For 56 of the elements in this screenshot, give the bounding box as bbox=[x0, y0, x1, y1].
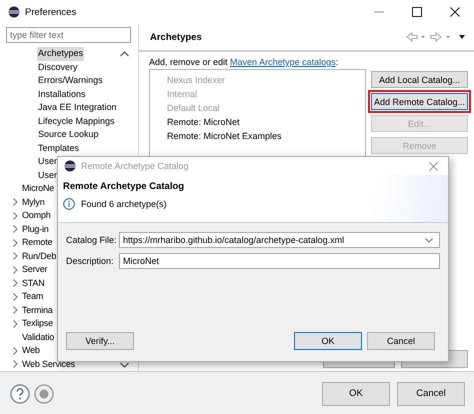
tree-item[interactable]: Discovery bbox=[37, 60, 79, 74]
record-icon[interactable] bbox=[34, 384, 54, 404]
intro-text: Add, remove or edit Maven Archetype catalogs: bbox=[149, 57, 340, 67]
field-label: Description: bbox=[66, 256, 115, 266]
filter-field[interactable]: type filter text bbox=[6, 27, 131, 43]
catalogs-link[interactable]: Maven Archetype catalogs bbox=[230, 57, 336, 67]
close-icon[interactable] bbox=[450, 7, 460, 17]
tree-item[interactable]: Web bbox=[21, 344, 41, 358]
navigation-icons-drawing[interactable] bbox=[406, 32, 468, 42]
tree-item[interactable]: Errors/Warnings bbox=[37, 74, 104, 88]
catalog-button[interactable]: Add Local Catalog... bbox=[371, 71, 468, 88]
scroll-up-icon[interactable] bbox=[120, 51, 129, 57]
tree-item[interactable]: Run/Deb bbox=[21, 250, 58, 263]
dropdown-icon bbox=[425, 238, 433, 242]
scroll-down-icon[interactable] bbox=[120, 362, 129, 368]
dialog-heading: Remote Archetype Catalog bbox=[63, 180, 186, 194]
tree-item[interactable]: Web Services bbox=[21, 358, 76, 371]
catalog-file-combo[interactable]: https://mrharibo.github.io/catalog/archetype-catalog.xml bbox=[119, 232, 440, 248]
footer-button[interactable]: OK bbox=[322, 382, 390, 406]
tree-item[interactable]: Texlipse bbox=[21, 317, 54, 330]
maximize-icon[interactable] bbox=[412, 7, 422, 17]
tree-item[interactable]: Termina bbox=[21, 304, 54, 317]
app-icon bbox=[64, 160, 76, 172]
tree-item[interactable]: Plug-in bbox=[21, 222, 50, 236]
catalog-button[interactable]: Add Remote Catalog... bbox=[371, 93, 468, 110]
dialog-button[interactable]: OK bbox=[294, 332, 362, 350]
footer-button[interactable]: Cancel bbox=[397, 382, 465, 406]
field-label: Catalog File: bbox=[66, 235, 116, 245]
tree-item[interactable]: Templates bbox=[37, 142, 80, 155]
catalog-item[interactable]: Remote: MicroNet Examples bbox=[167, 129, 365, 143]
tree-item[interactable]: Server bbox=[21, 263, 48, 276]
tree-item[interactable]: Team bbox=[21, 290, 44, 304]
page-title: Archetypes bbox=[150, 32, 202, 42]
description-field[interactable]: MicroNet bbox=[119, 253, 440, 269]
tree-item[interactable]: Mylyn bbox=[21, 196, 46, 209]
verify-button[interactable]: Verify... bbox=[66, 332, 134, 350]
tree-item[interactable]: Archetypes bbox=[37, 47, 84, 60]
tree-item[interactable]: Source Lookup bbox=[37, 128, 100, 142]
tree-item[interactable]: Installations bbox=[37, 88, 87, 101]
dialog-title: Remote Archetype Catalog bbox=[81, 161, 189, 171]
catalog-item[interactable]: Remote: MicroNet bbox=[167, 115, 365, 129]
tree-item[interactable]: User bbox=[37, 168, 58, 182]
app-icon bbox=[8, 6, 20, 18]
status-message: Found 6 archetype(s) bbox=[81, 199, 167, 209]
tree-item[interactable]: Java EE Integration bbox=[37, 101, 118, 114]
tree-item[interactable]: STAN bbox=[21, 276, 46, 290]
help-icon[interactable] bbox=[10, 384, 30, 404]
tree-item[interactable]: Oomph bbox=[21, 209, 52, 222]
tree-item[interactable]: Lifecycle Mappings bbox=[37, 114, 116, 128]
tree-item[interactable]: User bbox=[37, 155, 58, 168]
tree-item[interactable]: Remote bbox=[21, 236, 54, 250]
window-title: Preferences bbox=[25, 6, 76, 18]
info-icon bbox=[63, 198, 75, 210]
tree-item[interactable]: Validatio bbox=[21, 330, 56, 344]
dialog-button[interactable]: Cancel bbox=[367, 332, 435, 350]
tree-item[interactable]: MicroNe bbox=[21, 182, 56, 196]
